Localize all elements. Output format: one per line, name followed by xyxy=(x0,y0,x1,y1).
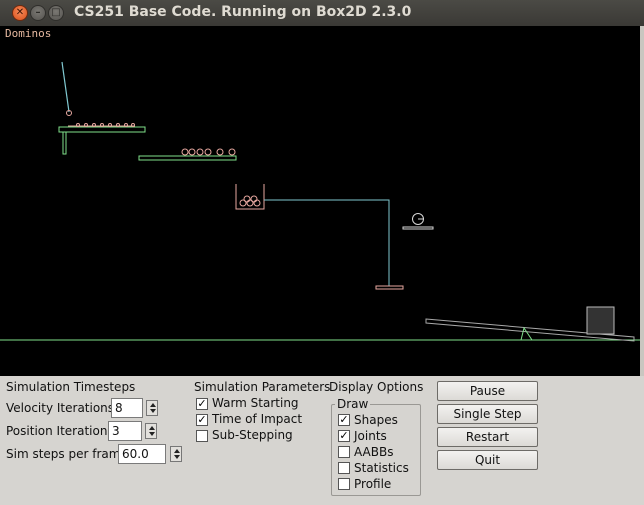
shapes-label: Shapes xyxy=(354,413,398,427)
velocity-iterations-input[interactable]: 8 xyxy=(111,398,143,418)
pendulum-string xyxy=(61,61,70,113)
position-iterations-label: Position Iterations xyxy=(6,424,114,438)
simulation-scene xyxy=(0,61,640,342)
pulley-rope xyxy=(264,199,390,286)
control-panel: Simulation Timesteps Velocity Iterations… xyxy=(0,376,644,505)
single-step-button[interactable]: Single Step xyxy=(437,404,538,424)
maximize-icon: □ xyxy=(51,7,61,18)
minimize-icon: – xyxy=(35,7,41,18)
revolving-platform xyxy=(402,226,434,230)
sub-stepping-checkbox[interactable] xyxy=(196,430,208,442)
statistics-checkbox[interactable] xyxy=(338,462,350,474)
display-heading: Display Options xyxy=(329,380,424,394)
profile-label: Profile xyxy=(354,477,392,491)
pulley-box-balls xyxy=(239,195,261,207)
position-iterations-input[interactable]: 3 xyxy=(108,421,142,441)
simulation-canvas[interactable]: Dominos xyxy=(0,26,640,376)
draw-group-title: Draw xyxy=(335,397,371,411)
warm-starting-checkbox[interactable]: ✓ xyxy=(196,398,208,410)
heavy-box xyxy=(586,306,615,335)
second-shelf xyxy=(138,155,237,161)
aabbs-checkbox[interactable] xyxy=(338,446,350,458)
maximize-window-button[interactable]: □ xyxy=(48,5,64,21)
close-window-button[interactable]: ✕ xyxy=(12,5,28,21)
window-titlebar[interactable]: ✕ – □ CS251 Base Code. Running on Box2D … xyxy=(0,0,644,26)
position-iterations-spinner[interactable] xyxy=(145,423,157,439)
window-edge xyxy=(640,26,644,376)
time-of-impact-label: Time of Impact xyxy=(212,412,303,426)
velocity-iterations-label: Velocity Iterations xyxy=(6,401,115,415)
restart-button[interactable]: Restart xyxy=(437,427,538,447)
profile-checkbox[interactable] xyxy=(338,478,350,490)
sim-steps-input[interactable]: 60.0 xyxy=(118,444,166,464)
quit-button[interactable]: Quit xyxy=(437,450,538,470)
joints-label: Joints xyxy=(354,429,387,443)
sim-steps-label: Sim steps per frame xyxy=(6,447,128,461)
sub-stepping-label: Sub-Stepping xyxy=(212,428,293,442)
warm-starting-label: Warm Starting xyxy=(212,396,299,410)
close-icon: ✕ xyxy=(15,7,25,18)
seesaw-pivot xyxy=(520,326,533,341)
velocity-iterations-spinner[interactable] xyxy=(146,400,158,416)
shapes-checkbox[interactable]: ✓ xyxy=(338,414,350,426)
pause-button[interactable]: Pause xyxy=(437,381,538,401)
top-shelf xyxy=(58,126,146,133)
pulley-box xyxy=(235,184,265,210)
timesteps-heading: Simulation Timesteps xyxy=(6,380,136,394)
pulley-bar xyxy=(375,285,404,290)
second-shelf-balls xyxy=(181,148,236,156)
minimize-window-button[interactable]: – xyxy=(30,5,46,21)
time-of-impact-checkbox[interactable]: ✓ xyxy=(196,414,208,426)
statistics-label: Statistics xyxy=(354,461,409,475)
test-name-label: Dominos xyxy=(5,27,52,40)
aabbs-label: AABBs xyxy=(354,445,394,459)
joints-checkbox[interactable]: ✓ xyxy=(338,430,350,442)
sim-steps-spinner[interactable] xyxy=(170,446,182,462)
window-title: CS251 Base Code. Running on Box2D 2.3.0 xyxy=(74,4,412,20)
top-shelf-support xyxy=(62,131,67,155)
parameters-heading: Simulation Parameters xyxy=(194,380,331,394)
top-shelf-dominos xyxy=(68,123,135,127)
